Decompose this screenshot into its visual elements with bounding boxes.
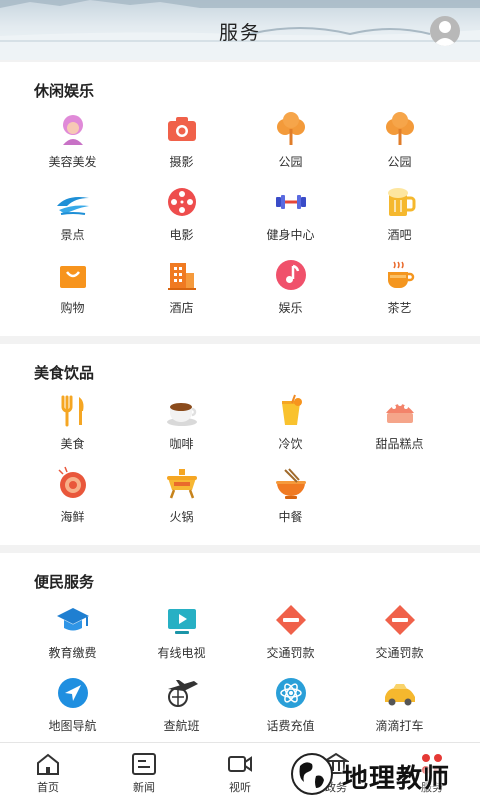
service-item[interactable]: 海鲜 xyxy=(18,466,127,539)
home-icon xyxy=(37,753,59,775)
service-item[interactable]: 摄影 xyxy=(127,111,236,184)
service-item[interactable]: 茶艺 xyxy=(345,257,454,330)
airplane-icon xyxy=(164,675,200,711)
fork-knife-icon xyxy=(55,393,91,429)
service-item[interactable]: 甜品糕点 xyxy=(345,393,454,466)
noodle-bowl-icon xyxy=(273,466,309,502)
beer-icon xyxy=(382,184,418,220)
scenic-wave-icon xyxy=(55,184,91,220)
beauty-icon xyxy=(55,111,91,147)
service-item[interactable]: 中餐 xyxy=(236,466,345,539)
user-icon xyxy=(433,21,457,46)
camera-icon xyxy=(164,111,200,147)
car-icon xyxy=(382,675,418,711)
no-entry-icon xyxy=(273,602,309,638)
atom-icon xyxy=(273,675,309,711)
section-title: 休闲娱乐 xyxy=(34,82,95,100)
tv-icon xyxy=(164,602,200,638)
tab-home[interactable]: 首页 xyxy=(0,743,96,800)
service-item[interactable]: 冷饮 xyxy=(236,393,345,466)
tab-news[interactable]: 新闻 xyxy=(96,743,192,800)
hotel-icon xyxy=(164,257,200,293)
cake-icon xyxy=(382,393,418,429)
service-item[interactable]: 酒吧 xyxy=(345,184,454,257)
cold-drink-icon xyxy=(273,393,309,429)
service-item[interactable]: 有线电视 xyxy=(127,602,236,675)
tree-icon xyxy=(382,111,418,147)
shrimp-icon xyxy=(55,466,91,502)
service-item[interactable]: 咖啡 xyxy=(127,393,236,466)
coffee-icon xyxy=(164,393,200,429)
tab-video[interactable]: 视听 xyxy=(192,743,288,800)
service-item[interactable]: 公园 xyxy=(236,111,345,184)
section-title: 美食饮品 xyxy=(34,364,95,382)
avatar[interactable] xyxy=(430,16,460,46)
section-food: 美食饮品 美食 咖啡 冷饮 甜品糕点 海鲜 火锅 中餐 xyxy=(0,344,480,545)
service-item[interactable]: 健身中心 xyxy=(236,184,345,257)
service-item[interactable]: 美食 xyxy=(18,393,127,466)
service-item[interactable]: 电影 xyxy=(127,184,236,257)
section-title: 便民服务 xyxy=(34,573,95,591)
navigation-icon xyxy=(55,675,91,711)
watermark-text: 地理教师 xyxy=(342,764,451,794)
watermark: 地理教师 xyxy=(284,750,480,798)
globe-logo-icon xyxy=(291,753,333,795)
tree-icon xyxy=(273,111,309,147)
service-item[interactable]: 滴滴打车 xyxy=(345,675,454,742)
service-item[interactable]: 购物 xyxy=(18,257,127,330)
graduation-cap-icon xyxy=(55,602,91,638)
service-item[interactable]: 酒店 xyxy=(127,257,236,330)
section-convenience: 便民服务 教育缴费 有线电视 交通罚款 交通罚款 地图导航 查航班 话费充值 滴… xyxy=(0,553,480,742)
service-item[interactable]: 查航班 xyxy=(127,675,236,742)
service-item[interactable]: 交通罚款 xyxy=(345,602,454,675)
service-item[interactable]: 交通罚款 xyxy=(236,602,345,675)
header: 服务 xyxy=(0,0,480,60)
services-list: 休闲娱乐 美容美发 摄影 公园 公园 景点 电影 健身中心 酒吧 购物 酒店 娱… xyxy=(0,62,480,742)
service-item[interactable]: 地图导航 xyxy=(18,675,127,742)
music-note-icon xyxy=(273,257,309,293)
page-title: 服务 xyxy=(218,22,261,44)
service-item[interactable]: 话费充值 xyxy=(236,675,345,742)
section-leisure: 休闲娱乐 美容美发 摄影 公园 公园 景点 电影 健身中心 酒吧 购物 酒店 娱… xyxy=(0,62,480,336)
service-item[interactable]: 公园 xyxy=(345,111,454,184)
hotpot-icon xyxy=(164,466,200,502)
service-item[interactable]: 火锅 xyxy=(127,466,236,539)
tea-cup-icon xyxy=(382,257,418,293)
shopping-bag-icon xyxy=(55,257,91,293)
no-entry-icon xyxy=(382,602,418,638)
news-icon xyxy=(132,753,156,775)
video-icon xyxy=(228,756,252,772)
service-item[interactable]: 娱乐 xyxy=(236,257,345,330)
service-item[interactable]: 景点 xyxy=(18,184,127,257)
service-item[interactable]: 教育缴费 xyxy=(18,602,127,675)
dumbbell-icon xyxy=(273,184,309,220)
service-item[interactable]: 美容美发 xyxy=(18,111,127,184)
film-reel-icon xyxy=(164,184,200,220)
